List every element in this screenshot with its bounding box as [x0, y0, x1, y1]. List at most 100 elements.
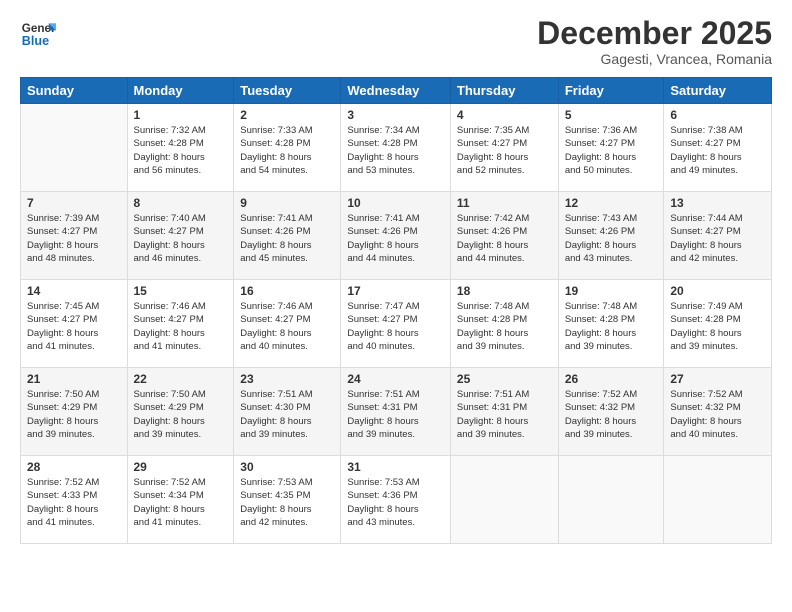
day-number: 21: [27, 372, 121, 386]
day-number: 5: [565, 108, 658, 122]
day-info: Sunrise: 7:51 AM Sunset: 4:30 PM Dayligh…: [240, 388, 334, 441]
day-info: Sunrise: 7:48 AM Sunset: 4:28 PM Dayligh…: [565, 300, 658, 353]
day-number: 15: [134, 284, 228, 298]
day-number: 17: [347, 284, 444, 298]
calendar-cell: 31Sunrise: 7:53 AM Sunset: 4:36 PM Dayli…: [341, 456, 451, 544]
day-number: 7: [27, 196, 121, 210]
calendar-cell: 7 Sunrise: 7:39 AM Sunset: 4:27 PM Daylig…: [21, 192, 128, 280]
weekday-header-monday: Monday: [127, 78, 234, 104]
week-row-1: 1Sunrise: 7:32 AM Sunset: 4:28 PM Daylig…: [21, 104, 772, 192]
calendar-cell: 15 Sunrise: 7:46 AM Sunset: 4:27 PM Dayli…: [127, 280, 234, 368]
calendar-cell: 9Sunrise: 7:41 AM Sunset: 4:26 PM Daylig…: [234, 192, 341, 280]
week-row-4: 21 Sunrise: 7:50 AM Sunset: 4:29 PM Dayli…: [21, 368, 772, 456]
day-number: 2: [240, 108, 334, 122]
day-info: Sunrise: 7:44 AM Sunset: 4:27 PM Dayligh…: [670, 212, 765, 265]
day-number: 19: [565, 284, 658, 298]
day-number: 20: [670, 284, 765, 298]
day-number: 10: [347, 196, 444, 210]
calendar-cell: 5 Sunrise: 7:36 AM Sunset: 4:27 PM Daylig…: [558, 104, 664, 192]
title-block: December 2025 Gagesti, Vrancea, Romania: [537, 16, 772, 67]
calendar-cell: 4 Sunrise: 7:35 AM Sunset: 4:27 PM Daylig…: [450, 104, 558, 192]
day-number: 14: [27, 284, 121, 298]
day-number: 25: [457, 372, 552, 386]
calendar-page: General Blue December 2025 Gagesti, Vran…: [0, 0, 792, 612]
day-number: 4: [457, 108, 552, 122]
weekday-header-wednesday: Wednesday: [341, 78, 451, 104]
day-info: Sunrise: 7:53 AM Sunset: 4:35 PM Dayligh…: [240, 476, 334, 529]
day-info: Sunrise: 7:53 AM Sunset: 4:36 PM Dayligh…: [347, 476, 444, 529]
calendar-cell: 16 Sunrise: 7:46 AM Sunset: 4:27 PM Dayli…: [234, 280, 341, 368]
calendar-cell: 23 Sunrise: 7:51 AM Sunset: 4:30 PM Dayli…: [234, 368, 341, 456]
calendar-cell: 29 Sunrise: 7:52 AM Sunset: 4:34 PM Dayli…: [127, 456, 234, 544]
day-info: Sunrise: 7:46 AM Sunset: 4:27 PM Dayligh…: [134, 300, 228, 353]
calendar-cell: 14 Sunrise: 7:45 AM Sunset: 4:27 PM Dayli…: [21, 280, 128, 368]
calendar-cell: 1Sunrise: 7:32 AM Sunset: 4:28 PM Daylig…: [127, 104, 234, 192]
day-info: Sunrise: 7:43 AM Sunset: 4:26 PM Dayligh…: [565, 212, 658, 265]
weekday-header-sunday: Sunday: [21, 78, 128, 104]
calendar-cell: 27 Sunrise: 7:52 AM Sunset: 4:32 PM Dayli…: [664, 368, 772, 456]
calendar-cell: 11Sunrise: 7:42 AM Sunset: 4:26 PM Dayli…: [450, 192, 558, 280]
day-number: 30: [240, 460, 334, 474]
day-number: 12: [565, 196, 658, 210]
calendar-cell: 3 Sunrise: 7:34 AM Sunset: 4:28 PM Daylig…: [341, 104, 451, 192]
day-info: Sunrise: 7:52 AM Sunset: 4:34 PM Dayligh…: [134, 476, 228, 529]
day-info: Sunrise: 7:48 AM Sunset: 4:28 PM Dayligh…: [457, 300, 552, 353]
day-info: Sunrise: 7:32 AM Sunset: 4:28 PM Dayligh…: [134, 124, 228, 177]
day-info: Sunrise: 7:35 AM Sunset: 4:27 PM Dayligh…: [457, 124, 552, 177]
day-number: 23: [240, 372, 334, 386]
calendar-table: SundayMondayTuesdayWednesdayThursdayFrid…: [20, 77, 772, 544]
day-number: 8: [134, 196, 228, 210]
calendar-cell: [664, 456, 772, 544]
logo-icon: General Blue: [20, 16, 56, 52]
day-info: Sunrise: 7:36 AM Sunset: 4:27 PM Dayligh…: [565, 124, 658, 177]
weekday-header-tuesday: Tuesday: [234, 78, 341, 104]
month-title: December 2025: [537, 16, 772, 51]
calendar-cell: 6Sunrise: 7:38 AM Sunset: 4:27 PM Daylig…: [664, 104, 772, 192]
calendar-cell: 24Sunrise: 7:51 AM Sunset: 4:31 PM Dayli…: [341, 368, 451, 456]
calendar-cell: 10 Sunrise: 7:41 AM Sunset: 4:26 PM Dayli…: [341, 192, 451, 280]
day-number: 3: [347, 108, 444, 122]
calendar-cell: 20Sunrise: 7:49 AM Sunset: 4:28 PM Dayli…: [664, 280, 772, 368]
day-number: 26: [565, 372, 658, 386]
calendar-cell: 2Sunrise: 7:33 AM Sunset: 4:28 PM Daylig…: [234, 104, 341, 192]
day-info: Sunrise: 7:46 AM Sunset: 4:27 PM Dayligh…: [240, 300, 334, 353]
day-info: Sunrise: 7:41 AM Sunset: 4:26 PM Dayligh…: [347, 212, 444, 265]
day-number: 27: [670, 372, 765, 386]
calendar-cell: [558, 456, 664, 544]
day-number: 18: [457, 284, 552, 298]
day-info: Sunrise: 7:47 AM Sunset: 4:27 PM Dayligh…: [347, 300, 444, 353]
day-info: Sunrise: 7:52 AM Sunset: 4:32 PM Dayligh…: [565, 388, 658, 441]
week-row-5: 28Sunrise: 7:52 AM Sunset: 4:33 PM Dayli…: [21, 456, 772, 544]
location-subtitle: Gagesti, Vrancea, Romania: [537, 51, 772, 67]
week-row-2: 7 Sunrise: 7:39 AM Sunset: 4:27 PM Daylig…: [21, 192, 772, 280]
day-info: Sunrise: 7:50 AM Sunset: 4:29 PM Dayligh…: [27, 388, 121, 441]
calendar-cell: 22Sunrise: 7:50 AM Sunset: 4:29 PM Dayli…: [127, 368, 234, 456]
day-number: 22: [134, 372, 228, 386]
day-info: Sunrise: 7:51 AM Sunset: 4:31 PM Dayligh…: [457, 388, 552, 441]
day-info: Sunrise: 7:39 AM Sunset: 4:27 PM Dayligh…: [27, 212, 121, 265]
day-number: 29: [134, 460, 228, 474]
svg-text:Blue: Blue: [22, 34, 49, 48]
calendar-cell: 30 Sunrise: 7:53 AM Sunset: 4:35 PM Dayli…: [234, 456, 341, 544]
calendar-cell: 26 Sunrise: 7:52 AM Sunset: 4:32 PM Dayli…: [558, 368, 664, 456]
day-number: 16: [240, 284, 334, 298]
day-number: 24: [347, 372, 444, 386]
day-number: 28: [27, 460, 121, 474]
calendar-cell: 28Sunrise: 7:52 AM Sunset: 4:33 PM Dayli…: [21, 456, 128, 544]
day-info: Sunrise: 7:34 AM Sunset: 4:28 PM Dayligh…: [347, 124, 444, 177]
day-info: Sunrise: 7:45 AM Sunset: 4:27 PM Dayligh…: [27, 300, 121, 353]
calendar-cell: 18 Sunrise: 7:48 AM Sunset: 4:28 PM Dayli…: [450, 280, 558, 368]
day-number: 11: [457, 196, 552, 210]
weekday-header-row: SundayMondayTuesdayWednesdayThursdayFrid…: [21, 78, 772, 104]
calendar-cell: [21, 104, 128, 192]
calendar-cell: 8 Sunrise: 7:40 AM Sunset: 4:27 PM Daylig…: [127, 192, 234, 280]
day-number: 13: [670, 196, 765, 210]
day-info: Sunrise: 7:41 AM Sunset: 4:26 PM Dayligh…: [240, 212, 334, 265]
calendar-cell: [450, 456, 558, 544]
day-info: Sunrise: 7:40 AM Sunset: 4:27 PM Dayligh…: [134, 212, 228, 265]
header: General Blue December 2025 Gagesti, Vran…: [20, 16, 772, 67]
calendar-cell: 21 Sunrise: 7:50 AM Sunset: 4:29 PM Dayli…: [21, 368, 128, 456]
day-info: Sunrise: 7:52 AM Sunset: 4:32 PM Dayligh…: [670, 388, 765, 441]
day-info: Sunrise: 7:38 AM Sunset: 4:27 PM Dayligh…: [670, 124, 765, 177]
logo: General Blue: [20, 16, 56, 52]
